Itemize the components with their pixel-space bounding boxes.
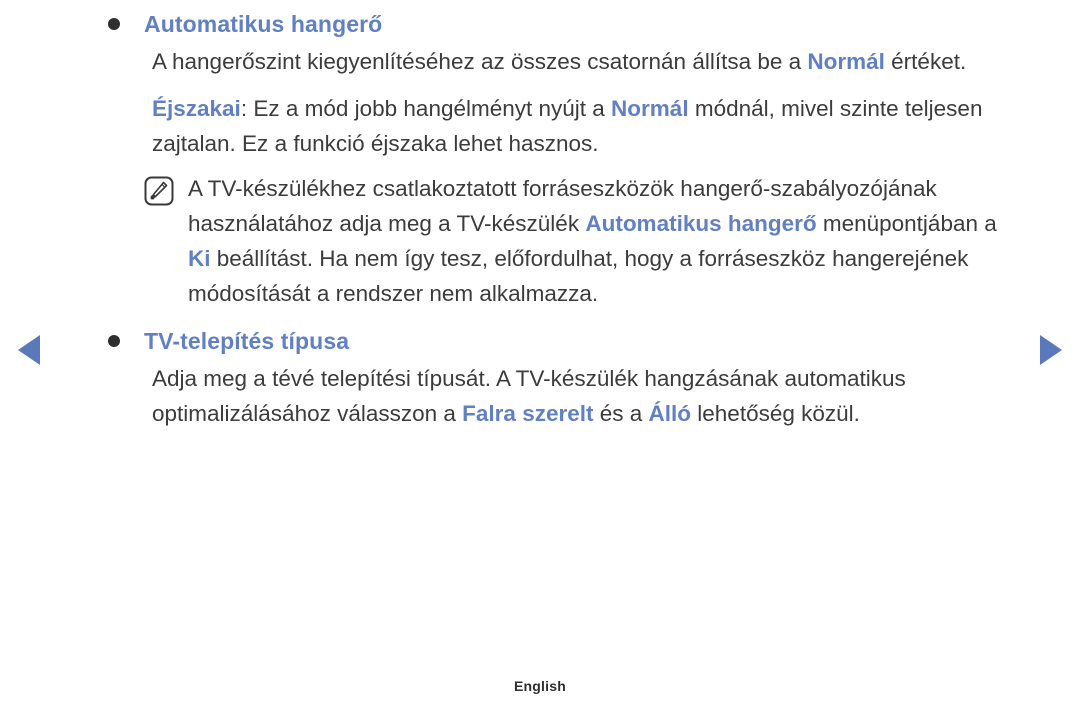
manual-content: Automatikus hangerő A hangerőszint kiegy…	[108, 8, 1008, 439]
section-heading: TV-telepítés típusa	[144, 328, 350, 354]
bullet-icon	[108, 18, 120, 30]
menu-keyword: Éjszakai	[152, 96, 241, 121]
paragraph: A hangerőszint kiegyenlítéséhez az össze…	[152, 44, 1008, 79]
bullet-icon	[108, 335, 120, 347]
section-heading-row: Automatikus hangerő	[108, 8, 1008, 40]
section-automatikus-hangero: Automatikus hangerő A hangerőszint kiegy…	[108, 8, 1008, 311]
menu-keyword: Normál	[807, 49, 885, 74]
text-run: menüpontjában a	[816, 211, 997, 236]
note-text: A TV-készülékhez csatlakoztatott forráse…	[188, 171, 1008, 311]
note-pencil-icon	[144, 176, 174, 206]
paragraph: Adja meg a tévé telepítési típusát. A TV…	[152, 361, 1008, 431]
section-heading-row: TV-telepítés típusa	[108, 325, 1008, 357]
text-run: A hangerőszint kiegyenlítéséhez az össze…	[152, 49, 808, 74]
note-block: A TV-készülékhez csatlakoztatott forráse…	[144, 171, 1008, 311]
menu-keyword: Álló	[648, 401, 692, 426]
footer-language-label: English	[514, 678, 566, 694]
help-manual-page: Automatikus hangerő A hangerőszint kiegy…	[0, 0, 1080, 705]
menu-keyword: Normál	[611, 96, 689, 121]
menu-keyword: Falra szerelt	[462, 401, 594, 426]
text-run: beállítást. Ha nem így tesz, előfordulha…	[188, 246, 969, 306]
section-tv-telepites-tipusa: TV-telepítés típusa Adja meg a tévé tele…	[108, 325, 1008, 431]
previous-page-arrow-icon[interactable]	[18, 335, 40, 365]
text-run: : Ez a mód jobb hangélményt nyújt a	[240, 96, 612, 121]
menu-keyword: Automatikus hangerő	[585, 211, 817, 236]
paragraph: Éjszakai: Ez a mód jobb hangélményt nyúj…	[152, 91, 1008, 161]
text-run: értéket.	[884, 49, 967, 74]
menu-keyword: Ki	[188, 246, 211, 271]
text-run: és a	[593, 401, 649, 426]
section-heading: Automatikus hangerő	[144, 11, 383, 37]
next-page-arrow-icon[interactable]	[1040, 335, 1062, 365]
text-run: lehetőség közül.	[691, 401, 860, 426]
